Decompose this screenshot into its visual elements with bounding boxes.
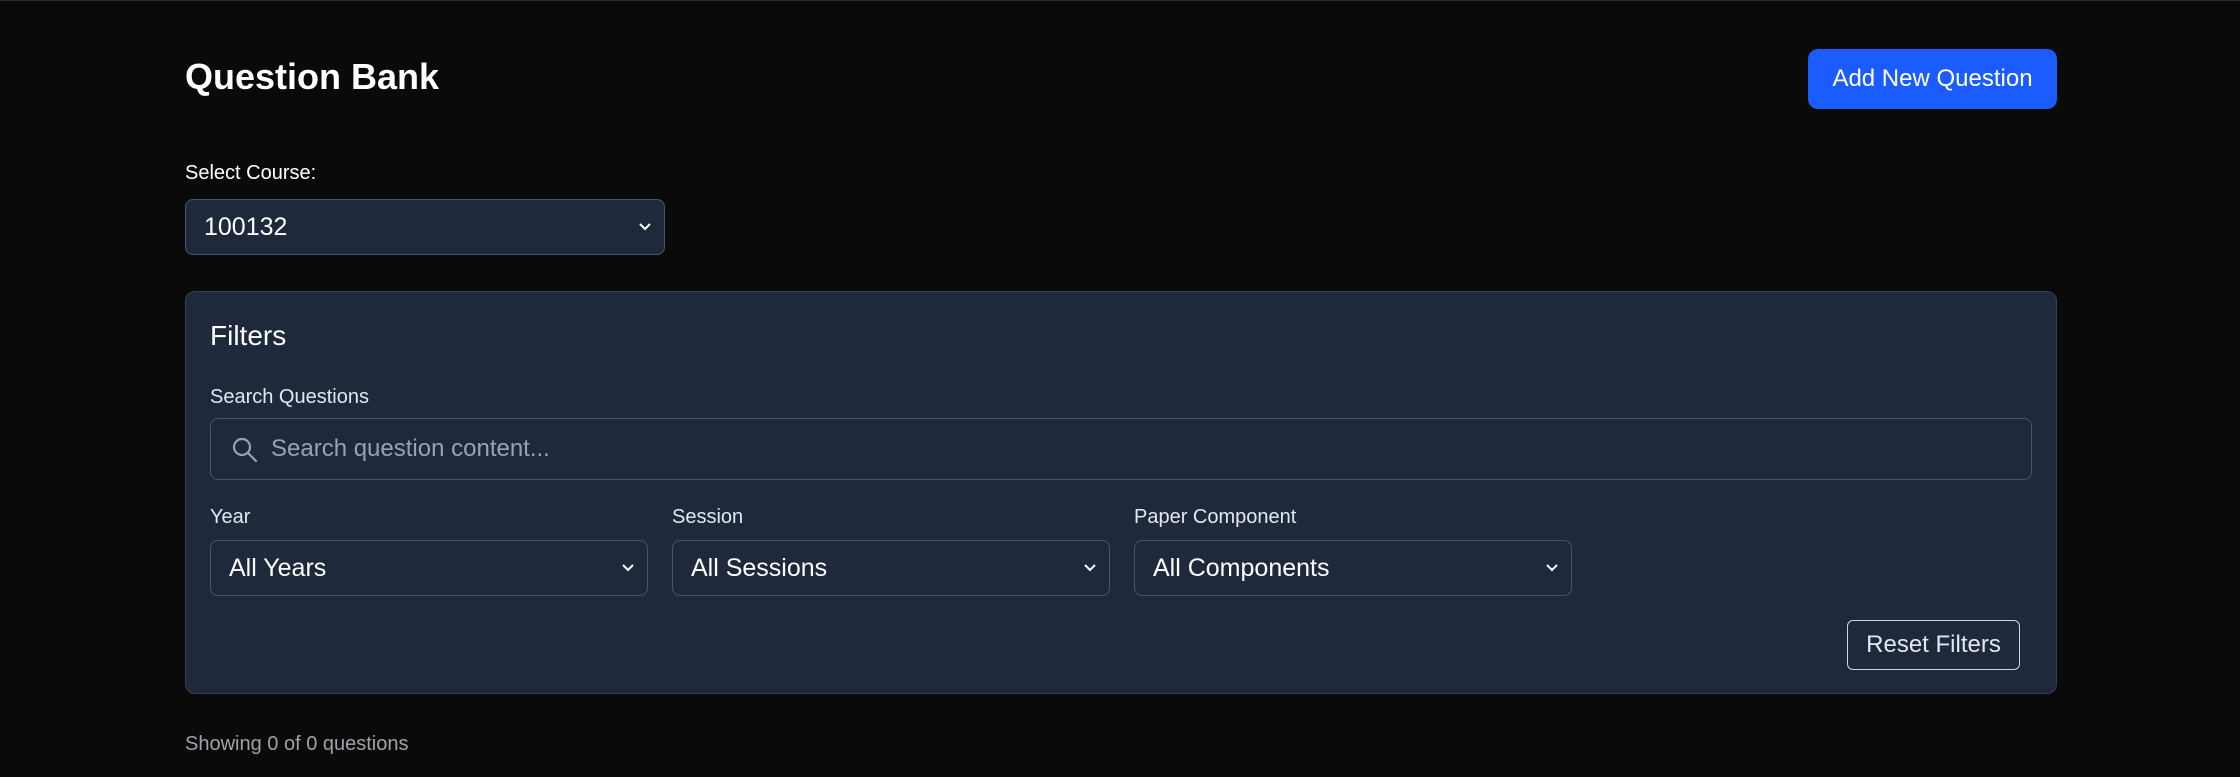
- session-select[interactable]: All Sessions: [672, 540, 1110, 596]
- search-box: [210, 418, 2032, 480]
- paper-component-select[interactable]: All Components: [1134, 540, 1572, 596]
- results-count: Showing 0 of 0 questions: [185, 733, 409, 755]
- course-select[interactable]: 100132: [185, 199, 665, 255]
- year-select[interactable]: All Years: [210, 540, 648, 596]
- paper-component-select-value: All Components: [1153, 554, 1330, 582]
- session-select-value: All Sessions: [691, 554, 828, 582]
- search-icon: [232, 437, 258, 463]
- page-header: Question Bank Add New Question: [185, 49, 2057, 111]
- chevron-down-icon: [1546, 564, 1558, 572]
- year-label: Year: [210, 506, 251, 528]
- filters-panel: Filters Search Questions Year Session Pa…: [185, 291, 2057, 694]
- chevron-down-icon: [622, 564, 634, 572]
- course-select-label: Select Course:: [185, 162, 317, 184]
- year-select-value: All Years: [229, 554, 327, 582]
- reset-filters-button[interactable]: Reset Filters: [1847, 620, 2020, 670]
- chevron-down-icon: [1084, 564, 1096, 572]
- course-select-value: 100132: [204, 213, 288, 241]
- paper-component-label: Paper Component: [1134, 506, 1297, 528]
- search-questions-label: Search Questions: [210, 386, 369, 408]
- chevron-down-icon: [639, 223, 651, 231]
- add-new-question-button[interactable]: Add New Question: [1808, 49, 2057, 109]
- filters-title: Filters: [210, 320, 287, 351]
- session-label: Session: [672, 506, 744, 528]
- search-input[interactable]: [271, 419, 2011, 479]
- page-title: Question Bank: [185, 56, 440, 97]
